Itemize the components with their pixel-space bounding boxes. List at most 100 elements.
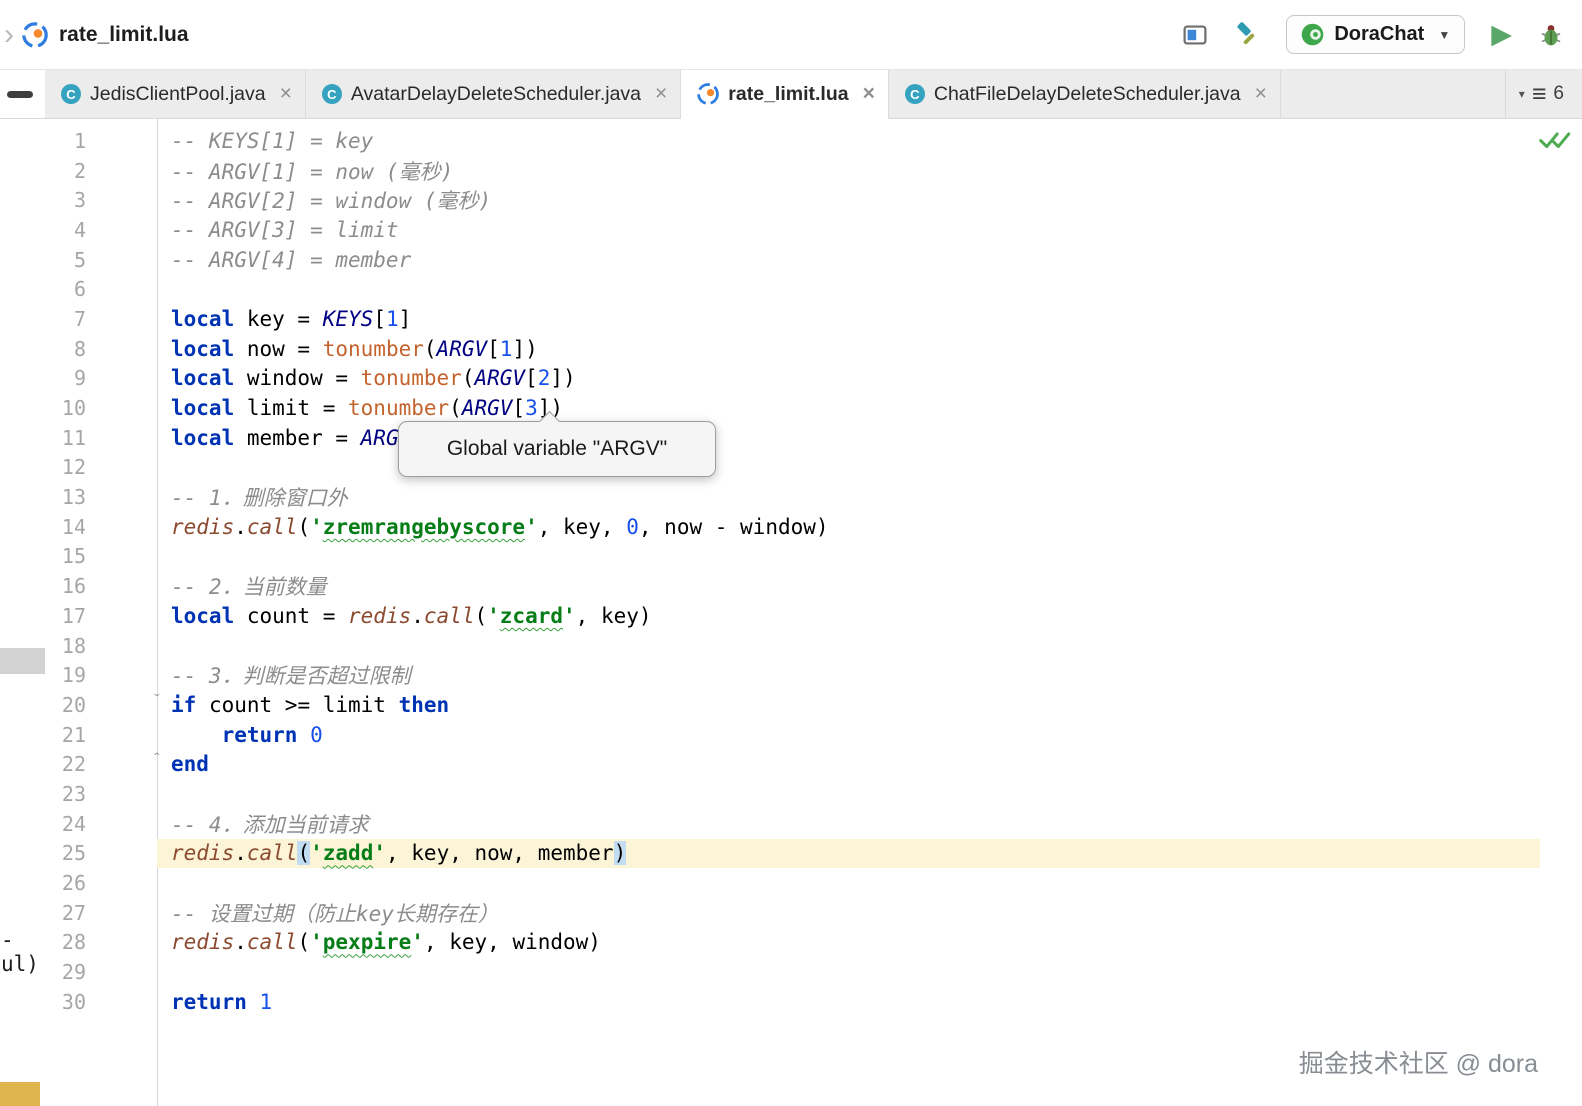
gutter[interactable] xyxy=(86,868,157,898)
code-text[interactable]: redis.call('zremrangebyscore', key, 0, n… xyxy=(157,512,1582,542)
line-number[interactable]: 21 xyxy=(45,723,86,747)
code-text[interactable]: -- 4．添加当前请求 xyxy=(157,809,1582,839)
code-text[interactable]: redis.call('pexpire', key, window) xyxy=(157,928,1582,958)
line-number[interactable]: 15 xyxy=(45,544,86,568)
code-text[interactable]: -- 设置过期（防止key长期存在） xyxy=(157,898,1582,928)
inspections-ok-icon[interactable] xyxy=(1538,129,1572,151)
code-text[interactable]: local key = KEYS[1] xyxy=(157,304,1582,334)
code-text[interactable]: if count >= limit then xyxy=(157,690,1582,720)
gutter[interactable] xyxy=(86,156,157,186)
code-text[interactable] xyxy=(157,453,1582,483)
code-text[interactable] xyxy=(157,274,1582,304)
hidden-tabs-button[interactable]: ▾ ≡ 6 xyxy=(1505,70,1582,118)
code-text[interactable]: -- 1．删除窗口外 xyxy=(157,482,1582,512)
gutter[interactable] xyxy=(86,690,157,720)
line-number[interactable]: 1 xyxy=(45,129,86,153)
line-number[interactable]: 26 xyxy=(45,871,86,895)
line-number[interactable]: 12 xyxy=(45,455,86,479)
gutter[interactable] xyxy=(86,423,157,453)
gutter[interactable] xyxy=(86,779,157,809)
line-number[interactable]: 3 xyxy=(45,188,86,212)
gutter[interactable] xyxy=(86,185,157,215)
code-text[interactable]: -- KEYS[1] = key xyxy=(157,126,1582,156)
line-number[interactable]: 4 xyxy=(45,218,86,242)
gutter[interactable] xyxy=(86,957,157,987)
line-number[interactable]: 30 xyxy=(45,990,86,1014)
gutter[interactable] xyxy=(86,393,157,423)
line-number[interactable]: 29 xyxy=(45,960,86,984)
line-number[interactable]: 28 xyxy=(45,930,86,954)
gutter[interactable] xyxy=(86,304,157,334)
gutter[interactable] xyxy=(86,512,157,542)
gutter[interactable] xyxy=(86,898,157,928)
code-text[interactable]: -- ARGV[2] = window (毫秒) xyxy=(157,185,1582,215)
gutter[interactable] xyxy=(86,453,157,483)
code-text[interactable]: return 0 xyxy=(157,720,1582,750)
line-number[interactable]: 20 xyxy=(45,693,86,717)
code-text[interactable]: -- 3．判断是否超过限制 xyxy=(157,660,1582,690)
gutter[interactable] xyxy=(86,601,157,631)
editor-tab-AvatarDelayDeleteScheduler.java[interactable]: CAvatarDelayDeleteScheduler.java× xyxy=(306,70,681,118)
code-text[interactable]: local window = tonumber(ARGV[2]) xyxy=(157,364,1582,394)
fold-end-icon[interactable]: ˆ xyxy=(148,750,166,770)
line-number[interactable]: 5 xyxy=(45,248,86,272)
line-number[interactable]: 25 xyxy=(45,841,86,865)
line-number[interactable]: 14 xyxy=(45,515,86,539)
close-icon[interactable]: × xyxy=(280,82,292,106)
line-number[interactable]: 24 xyxy=(45,812,86,836)
gutter[interactable] xyxy=(86,334,157,364)
editor-tab-rate_limit.lua[interactable]: rate_limit.lua× xyxy=(681,70,889,119)
code-text[interactable]: -- ARGV[3] = limit xyxy=(157,215,1582,245)
line-number[interactable]: 22 xyxy=(45,752,86,776)
code-text[interactable] xyxy=(157,542,1582,572)
gutter[interactable] xyxy=(86,215,157,245)
debug-bug-icon[interactable] xyxy=(1538,22,1564,48)
gutter[interactable] xyxy=(86,631,157,661)
preview-window-icon[interactable] xyxy=(1182,22,1208,48)
build-hammer-icon[interactable] xyxy=(1234,22,1260,48)
gutter[interactable] xyxy=(86,482,157,512)
gutter[interactable] xyxy=(86,364,157,394)
gutter[interactable] xyxy=(86,542,157,572)
editor-tab-ChatFileDelayDeleteScheduler.java[interactable]: CChatFileDelayDeleteScheduler.java× xyxy=(889,70,1281,118)
line-number[interactable]: 2 xyxy=(45,159,86,183)
code-text[interactable]: redis.call('zadd', key, now, member) xyxy=(157,839,1582,869)
gutter[interactable] xyxy=(86,749,157,779)
code-text[interactable] xyxy=(157,779,1582,809)
gutter[interactable] xyxy=(86,126,157,156)
line-number[interactable]: 9 xyxy=(45,366,86,390)
code-text[interactable]: local now = tonumber(ARGV[1]) xyxy=(157,334,1582,364)
code-text[interactable]: local count = redis.call('zcard', key) xyxy=(157,601,1582,631)
code-text[interactable]: local member = ARGV[4] xyxy=(157,423,1582,453)
code-text[interactable]: local limit = tonumber(ARGV[3]) xyxy=(157,393,1582,423)
line-number[interactable]: 13 xyxy=(45,485,86,509)
gutter[interactable] xyxy=(86,274,157,304)
editor-tab-JedisClientPool.java[interactable]: CJedisClientPool.java× xyxy=(45,70,306,118)
code-text[interactable] xyxy=(157,957,1582,987)
line-number[interactable]: 6 xyxy=(45,277,86,301)
line-number[interactable]: 8 xyxy=(45,337,86,361)
close-icon[interactable]: × xyxy=(655,82,667,106)
gutter[interactable] xyxy=(86,987,157,1017)
gutter[interactable] xyxy=(86,660,157,690)
code-text[interactable]: -- ARGV[1] = now (毫秒) xyxy=(157,156,1582,186)
breadcrumb-chevron-icon[interactable]: › xyxy=(4,20,14,50)
line-number[interactable]: 18 xyxy=(45,634,86,658)
code-text[interactable]: end xyxy=(157,749,1582,779)
code-text[interactable]: -- ARGV[4] = member xyxy=(157,245,1582,275)
splitter-handle[interactable] xyxy=(7,91,33,98)
close-icon[interactable]: × xyxy=(1255,82,1267,106)
code-text[interactable]: -- 2．当前数量 xyxy=(157,571,1582,601)
line-number[interactable]: 23 xyxy=(45,782,86,806)
line-number[interactable]: 19 xyxy=(45,663,86,687)
gutter[interactable] xyxy=(86,809,157,839)
fold-start-icon[interactable]: ˇ xyxy=(148,691,166,711)
close-icon[interactable]: × xyxy=(863,82,875,106)
line-number[interactable]: 16 xyxy=(45,574,86,598)
code-text[interactable] xyxy=(157,631,1582,661)
code-editor[interactable]: 1 -- KEYS[1] = key 2 -- ARGV[1] = now (毫秒) 3… xyxy=(45,119,1582,1106)
gutter[interactable] xyxy=(86,839,157,869)
code-text[interactable]: return 1 xyxy=(157,987,1582,1017)
gutter[interactable] xyxy=(86,928,157,958)
line-number[interactable]: 10 xyxy=(45,396,86,420)
